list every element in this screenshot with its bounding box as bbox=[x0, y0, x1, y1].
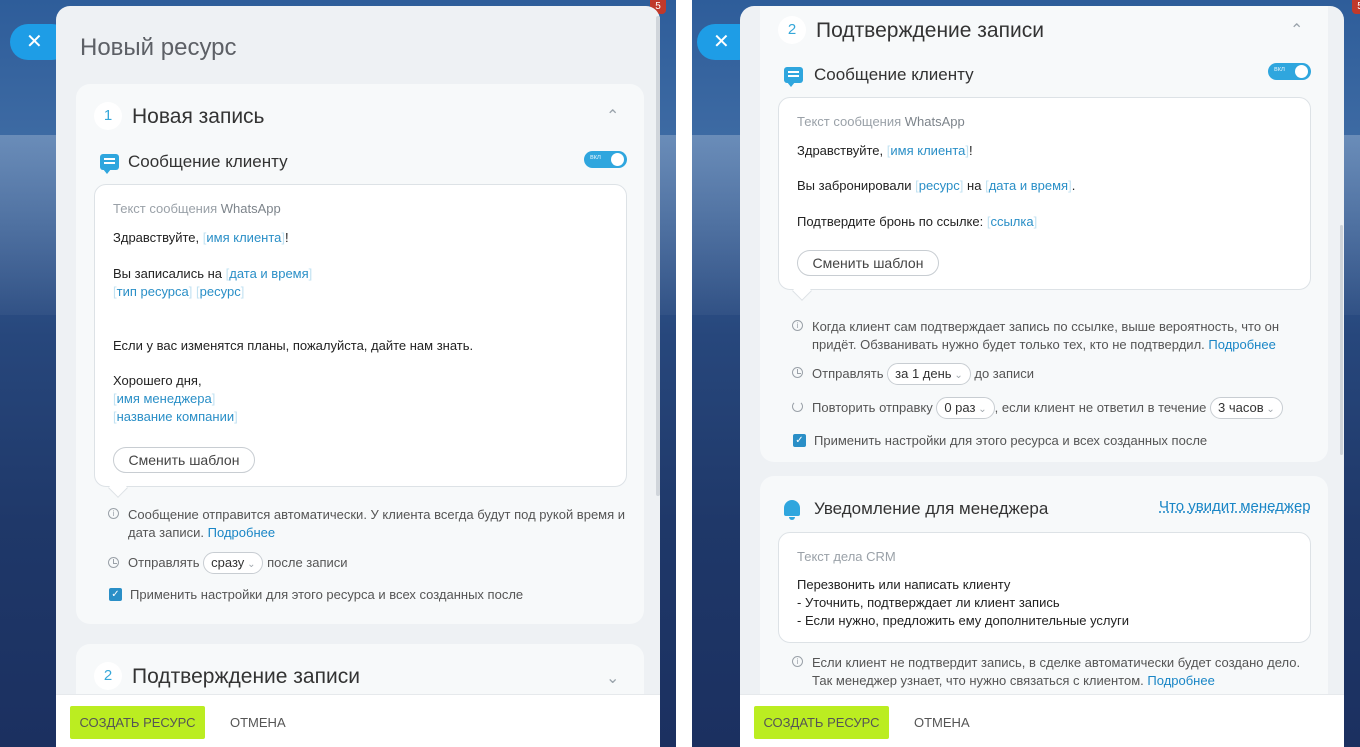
message-icon bbox=[100, 154, 119, 174]
message-icon bbox=[784, 67, 803, 87]
clock-icon bbox=[108, 557, 119, 568]
message-tail bbox=[792, 281, 812, 301]
crm-task-line: - Уточнить, подтверждает ли клиент запис… bbox=[797, 595, 1060, 610]
new-resource-panel-scrolled: 2 Подтверждение записи ⌃ Сообщение клиен… bbox=[740, 6, 1344, 747]
repeat-icon bbox=[792, 401, 803, 412]
info-note: Когда клиент сам подтверждает запись по … bbox=[812, 319, 1280, 352]
what-manager-sees-link[interactable]: Что увидит менеджер bbox=[1159, 498, 1311, 515]
step-number: 2 bbox=[778, 16, 806, 44]
footer: СОЗДАТЬ РЕСУРС ОТМЕНА bbox=[56, 694, 660, 747]
close-icon: ✕ bbox=[26, 31, 43, 53]
toggle-label: вкл bbox=[1274, 66, 1285, 73]
template-line: Вы записались на дата и время bbox=[113, 266, 312, 281]
template-line: тип ресурса ресурс bbox=[113, 284, 244, 299]
info-icon: i bbox=[108, 508, 119, 519]
step-title: Новая запись bbox=[132, 105, 265, 128]
bell-icon bbox=[784, 500, 800, 520]
cancel-button[interactable]: ОТМЕНА bbox=[230, 706, 286, 739]
step-number: 2 bbox=[94, 662, 122, 690]
section-title: Сообщение клиенту bbox=[128, 152, 288, 171]
close-icon: ✕ bbox=[713, 31, 730, 53]
more-link[interactable]: Подробнее bbox=[208, 525, 275, 540]
step-title: Подтверждение записи bbox=[132, 665, 360, 688]
apply-settings-checkbox[interactable]: ✓ bbox=[793, 434, 806, 447]
step-number: 1 bbox=[94, 102, 122, 130]
repeat-hours-select[interactable]: 3 часов bbox=[1210, 397, 1283, 419]
message-template-box[interactable]: Текст сообщения WhatsApp Здравствуйте, и… bbox=[94, 184, 627, 498]
send-timing-row: Отправлять за 1 день до записи bbox=[812, 363, 1034, 385]
cancel-button[interactable]: ОТМЕНА bbox=[914, 706, 970, 739]
info-note: Сообщение отправится автоматически. У кл… bbox=[128, 507, 626, 540]
chevron-down-icon[interactable]: ⌄ bbox=[606, 668, 619, 688]
manager-note: Если клиент не подтвердит запись, в сдел… bbox=[812, 655, 1301, 688]
more-link[interactable]: Подробнее bbox=[1147, 673, 1214, 688]
clock-icon bbox=[792, 367, 803, 378]
template-line: Подтвердите бронь по ссылке: ссылка bbox=[797, 214, 1037, 229]
client-message-toggle[interactable]: вкл bbox=[1268, 63, 1311, 80]
crm-task-box[interactable]: Текст дела CRM Перезвонить или написать … bbox=[778, 532, 1311, 643]
apply-settings-label: Применить настройки для этого ресурса и … bbox=[814, 433, 1208, 448]
crm-task-label: Текст дела CRM bbox=[797, 549, 896, 564]
apply-settings-checkbox[interactable]: ✓ bbox=[109, 588, 122, 601]
info-icon: i bbox=[792, 320, 803, 331]
template-line: название компании bbox=[113, 409, 238, 424]
section-title: Уведомление для менеджера bbox=[814, 499, 1049, 518]
scrollbar[interactable] bbox=[1340, 225, 1343, 455]
send-timing-row: Отправлять сразу после записи bbox=[128, 552, 348, 574]
toggle-label: вкл bbox=[590, 154, 601, 161]
section-title: Сообщение клиенту bbox=[814, 65, 974, 84]
new-resource-panel: Новый ресурс 1 Новая запись ⌃ Сообщение … bbox=[56, 6, 660, 747]
panel-title: Новый ресурс bbox=[80, 34, 237, 61]
step-card-confirmation: 2 Подтверждение записи ⌃ Сообщение клиен… bbox=[760, 6, 1328, 462]
send-timing-select[interactable]: за 1 день bbox=[887, 363, 971, 385]
client-message-toggle[interactable]: вкл bbox=[584, 151, 627, 168]
notification-badge: 5 bbox=[1352, 0, 1360, 14]
message-label: Текст сообщения WhatsApp bbox=[797, 114, 965, 129]
message-label: Текст сообщения WhatsApp bbox=[113, 201, 281, 216]
message-template-box[interactable]: Текст сообщения WhatsApp Здравствуйте, и… bbox=[778, 97, 1311, 301]
template-line: Здравствуйте, имя клиента! bbox=[113, 230, 289, 245]
change-template-button[interactable]: Сменить шаблон bbox=[113, 447, 255, 473]
change-template-button[interactable]: Сменить шаблон bbox=[797, 250, 939, 276]
chevron-up-icon[interactable]: ⌃ bbox=[1290, 20, 1303, 40]
toggle-knob bbox=[611, 153, 624, 166]
create-resource-button[interactable]: СОЗДАТЬ РЕСУРС bbox=[70, 706, 205, 739]
crm-task-line: - Если нужно, предложить ему дополнитель… bbox=[797, 613, 1130, 628]
footer: СОЗДАТЬ РЕСУРС ОТМЕНА bbox=[740, 694, 1344, 747]
create-resource-button[interactable]: СОЗДАТЬ РЕСУРС bbox=[754, 706, 889, 739]
send-timing-select[interactable]: сразу bbox=[203, 552, 264, 574]
scrollbar[interactable] bbox=[656, 16, 660, 496]
message-tail bbox=[108, 478, 128, 498]
info-icon: i bbox=[792, 656, 803, 667]
step-card-new-booking: 1 Новая запись ⌃ Сообщение клиенту вкл Т… bbox=[76, 84, 644, 624]
template-line: Здравствуйте, имя клиента! bbox=[797, 143, 973, 158]
chevron-up-icon[interactable]: ⌃ bbox=[606, 106, 619, 126]
template-line: имя менеджера bbox=[113, 391, 215, 406]
apply-settings-label: Применить настройки для этого ресурса и … bbox=[130, 587, 524, 602]
template-line: Вы забронировали ресурс на дата и время. bbox=[797, 178, 1075, 193]
template-line: Хорошего дня, bbox=[113, 373, 202, 388]
step-title: Подтверждение записи bbox=[816, 19, 1044, 42]
repeat-row: Повторить отправку 0 раз, если клиент не… bbox=[812, 397, 1283, 419]
crm-task-line: Перезвонить или написать клиенту bbox=[797, 577, 1011, 592]
toggle-knob bbox=[1295, 65, 1308, 78]
more-link[interactable]: Подробнее bbox=[1208, 337, 1275, 352]
template-line: Если у вас изменятся планы, пожалуйста, … bbox=[113, 338, 474, 353]
repeat-count-select[interactable]: 0 раз bbox=[936, 397, 995, 419]
